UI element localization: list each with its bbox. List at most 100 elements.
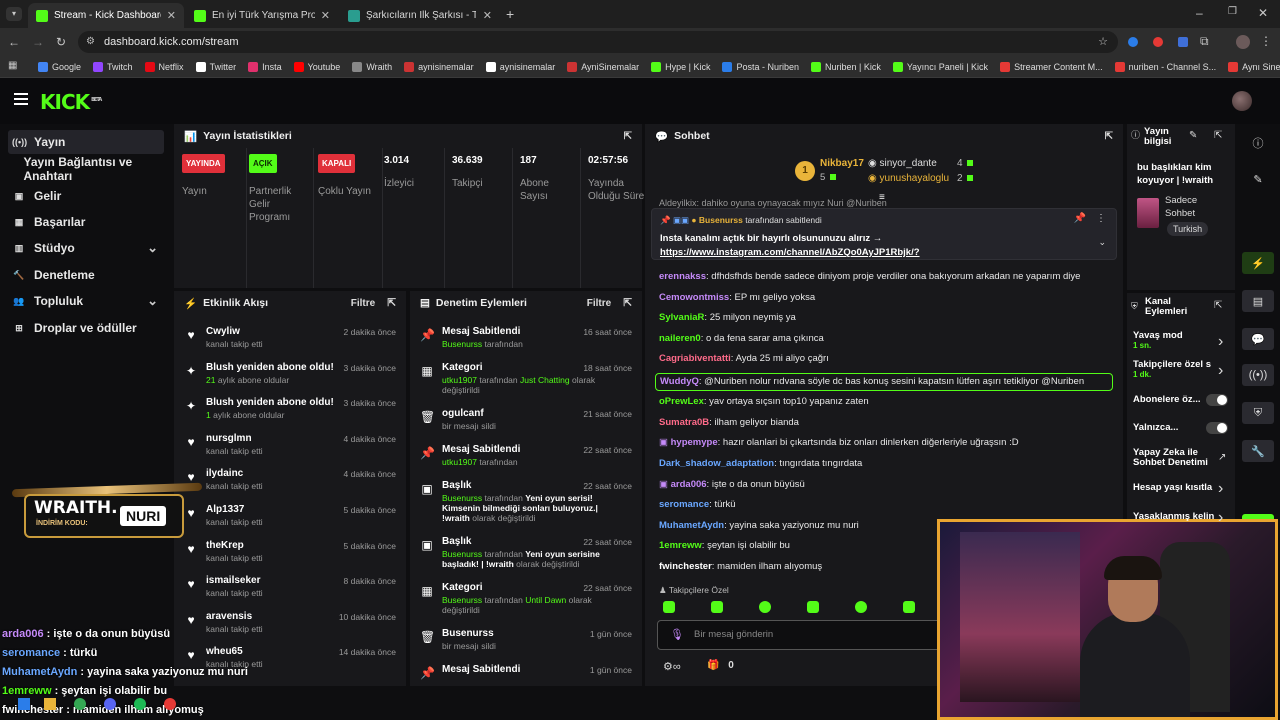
chat-username[interactable]: MuhametAydn bbox=[659, 520, 724, 531]
moderation-item[interactable]: 📌 Mesaj Sabitlendi Busenurss tarafından 16 … bbox=[420, 326, 632, 362]
moderation-item[interactable]: 📌 Mesaj Sabitlendi 1 gün önce bbox=[420, 664, 632, 684]
external-link-icon[interactable]: ↗ bbox=[1218, 452, 1226, 463]
chat-username[interactable]: oPrewLex bbox=[659, 396, 704, 407]
sidebar-item-yayın[interactable]: ((•)) Yayın bbox=[8, 130, 164, 154]
chat-username[interactable]: fwinchester bbox=[659, 561, 712, 572]
moderator-name[interactable]: utku1907 bbox=[442, 457, 477, 467]
activity-item[interactable]: ♥ ismailseker kanalı takip etti 8 dakika ön… bbox=[184, 575, 396, 607]
bookmark-item[interactable]: Hype | Kick bbox=[651, 61, 710, 72]
moderation-item[interactable]: ▣ Başlık Busenurss tarafından Yeni oyun se… bbox=[420, 480, 632, 536]
chat-bubble-icon[interactable]: 💬 bbox=[1242, 328, 1274, 350]
chat-username[interactable]: 1emreww bbox=[659, 540, 702, 551]
bookmark-item[interactable]: Google bbox=[38, 61, 81, 72]
kick-logo[interactable]: KICK BETA bbox=[40, 90, 102, 114]
popout-icon[interactable]: ⇱ bbox=[624, 131, 632, 142]
gift-counter[interactable]: 🎁 0 bbox=[707, 660, 734, 671]
chat-message[interactable]: erennakss: dfhdsfhds bende sadece diniyo… bbox=[659, 270, 1119, 284]
chat-message[interactable]: naileren0: o da fena sarar ama çıkınca bbox=[659, 332, 1119, 346]
chat-message[interactable]: ▣ hypemype: hazır olanlari bi çıkartsınd… bbox=[659, 436, 1119, 450]
reload-icon[interactable]: ↻ bbox=[56, 35, 66, 49]
back-icon[interactable]: ← bbox=[8, 35, 20, 49]
bookmark-item[interactable]: nuriben - Channel S... bbox=[1114, 61, 1216, 72]
activity-item[interactable]: ♥ ilydainc kanalı takip etti 4 dakika önce bbox=[184, 468, 396, 500]
expand-chevron-icon[interactable]: ⌄ bbox=[1098, 237, 1106, 248]
lightning-icon[interactable]: ⚡ bbox=[1242, 252, 1274, 274]
popout-icon[interactable]: ⇱ bbox=[1214, 130, 1222, 141]
moderator-name[interactable]: Busenurss bbox=[442, 339, 482, 349]
chat-message[interactable]: fwinchester: mamiden ilham alıyomuş bbox=[659, 560, 1119, 574]
maximize-button[interactable]: ❐ bbox=[1228, 6, 1237, 17]
document-icon[interactable]: ▤ bbox=[1242, 290, 1274, 312]
activity-item[interactable]: ♥ nursglmn kanalı takip etti 4 dakika önce bbox=[184, 433, 396, 465]
chat-message[interactable]: Cagriabiventatti: Ayda 25 mi aliyo çağrı bbox=[659, 352, 1119, 366]
extension-icon[interactable] bbox=[1178, 37, 1188, 47]
browser-tab[interactable]: Stream - Kick Dashboard ✕ bbox=[28, 3, 184, 28]
broadcast-icon[interactable]: ((•)) bbox=[1242, 364, 1274, 386]
bookmark-item[interactable]: Streamer Content M... bbox=[1000, 61, 1103, 72]
browser-tab[interactable]: En iyi Türk Yarışma Programı? - ✕ bbox=[186, 3, 338, 28]
chat-username[interactable]: arda006 bbox=[671, 479, 707, 490]
emote-icon[interactable] bbox=[759, 601, 771, 613]
activity-filter-button[interactable]: Filtre bbox=[351, 298, 375, 309]
moderation-item[interactable]: ▦ Kategori Busenurss tarafından Until Dawn… bbox=[420, 582, 632, 628]
extension-icon[interactable] bbox=[1153, 37, 1163, 47]
activity-item[interactable]: ✦ Blush yeniden abone oldu! 21 aylık abone… bbox=[184, 362, 396, 394]
sidebar-item-topluluk[interactable]: 👥 Topluluk ⌄ bbox=[8, 289, 164, 313]
activity-item[interactable]: ✦ Blush yeniden abone oldu! 1 aylık abone … bbox=[184, 397, 396, 429]
forward-icon[interactable]: → bbox=[32, 35, 44, 49]
popout-icon[interactable]: ⇱ bbox=[1105, 131, 1113, 142]
popout-icon[interactable]: ⇱ bbox=[1214, 300, 1222, 311]
bookmark-item[interactable]: aynisinemalar bbox=[485, 61, 555, 72]
moderation-item[interactable]: ▣ Başlık Busenurss tarafından Yeni oyun se… bbox=[420, 536, 632, 582]
chat-message[interactable]: Sumatra0B: ilham geliyor bianda bbox=[659, 416, 1119, 430]
toggle-switch[interactable] bbox=[1206, 422, 1228, 434]
pinned-by-user[interactable]: Busenurss bbox=[699, 215, 743, 225]
pinned-message[interactable]: 📌 ▣▣ ● Busenurss tarafından sabitlendi I… bbox=[651, 208, 1117, 260]
browser-tab[interactable]: Şarkıcıların İlk Şarkısı - Tier List ✕ bbox=[340, 3, 500, 28]
edit-icon[interactable]: ✎ bbox=[1242, 168, 1274, 190]
bookmark-item[interactable]: Aynı Sinemalar - Ça... bbox=[1228, 61, 1280, 72]
chat-message[interactable]: MuhametAydn: yayina saka yaziyonuz mu nu… bbox=[659, 519, 1119, 533]
chat-settings-icon[interactable]: ⚙∞ bbox=[663, 660, 681, 673]
extension-icon[interactable] bbox=[1128, 37, 1138, 47]
hamburger-menu-icon[interactable] bbox=[14, 93, 28, 105]
address-bar[interactable]: ⚙ dashboard.kick.com/stream ☆ bbox=[78, 31, 1118, 53]
tab-close-icon[interactable]: ✕ bbox=[483, 9, 492, 22]
bookmark-item[interactable]: AyniSinemalar bbox=[567, 61, 639, 72]
chat-message[interactable]: WuddyQ: @Nuriben nolur rıdvana söyle dc … bbox=[655, 373, 1113, 391]
profile-avatar[interactable] bbox=[1236, 35, 1250, 49]
activity-item[interactable]: ♥ theKrep kanalı takip etti 5 dakika önce bbox=[184, 540, 396, 572]
chevron-down-icon[interactable]: ⌄ bbox=[147, 240, 158, 256]
moderation-item[interactable]: 📌 Mesaj Sabitlendi utku1907 tarafından 22 s… bbox=[420, 444, 632, 480]
info-icon[interactable]: ⓘ bbox=[1242, 132, 1274, 154]
leader-name[interactable]: ◉ yunushayaloglu bbox=[868, 173, 949, 184]
chat-message[interactable]: 1emreww: şeytan işi olabilir bu bbox=[659, 539, 1119, 553]
popout-icon[interactable]: ⇱ bbox=[623, 297, 632, 309]
bookmark-item[interactable]: Yayıncı Paneli | Kick bbox=[892, 61, 988, 72]
leader-name[interactable]: Nikbay17 bbox=[820, 158, 864, 169]
sidebar-item-gelir[interactable]: ▣ Gelir bbox=[8, 184, 164, 208]
site-info-icon[interactable]: ⚙ bbox=[86, 31, 95, 53]
browser-menu-icon[interactable]: ⋮ bbox=[1260, 34, 1272, 48]
emote-icon[interactable] bbox=[903, 601, 915, 613]
category-thumbnail[interactable] bbox=[1137, 198, 1159, 228]
toggle-switch[interactable] bbox=[1206, 394, 1228, 406]
user-avatar[interactable] bbox=[1232, 91, 1252, 111]
chevron-down-icon[interactable]: ⌄ bbox=[147, 293, 158, 309]
moderator-name[interactable]: Busenurss bbox=[442, 493, 482, 503]
moderation-item[interactable]: 🗑 ogulcanf bir mesajı sildi 21 saat önce bbox=[420, 408, 632, 444]
chat-username[interactable]: Cagriabiventatti bbox=[659, 353, 731, 364]
new-tab-button[interactable]: + bbox=[506, 6, 514, 22]
pinned-link[interactable]: https://www.instagram.com/channel/AbZQo0… bbox=[660, 247, 920, 258]
sidebar-item-denetleme[interactable]: 🔨 Denetleme bbox=[8, 263, 164, 287]
sidebar-item-droplar-ve-ödüller[interactable]: ⊞ Droplar ve ödüller bbox=[8, 316, 164, 340]
chat-username[interactable]: seromance bbox=[659, 499, 709, 510]
close-window-button[interactable]: ✕ bbox=[1258, 6, 1268, 20]
bookmark-item[interactable]: Twitter bbox=[195, 61, 236, 72]
modlog-filter-button[interactable]: Filtre bbox=[587, 298, 611, 309]
microphone-icon[interactable]: 🎙 bbox=[670, 628, 684, 641]
wrench-icon[interactable]: 🔧 bbox=[1242, 440, 1274, 462]
language-tag[interactable]: Turkish bbox=[1167, 222, 1209, 236]
apps-grid-icon[interactable]: ▦ bbox=[8, 60, 17, 71]
moderation-item[interactable]: ▦ Kategori utku1907 tarafından Just Chatti… bbox=[420, 362, 632, 408]
